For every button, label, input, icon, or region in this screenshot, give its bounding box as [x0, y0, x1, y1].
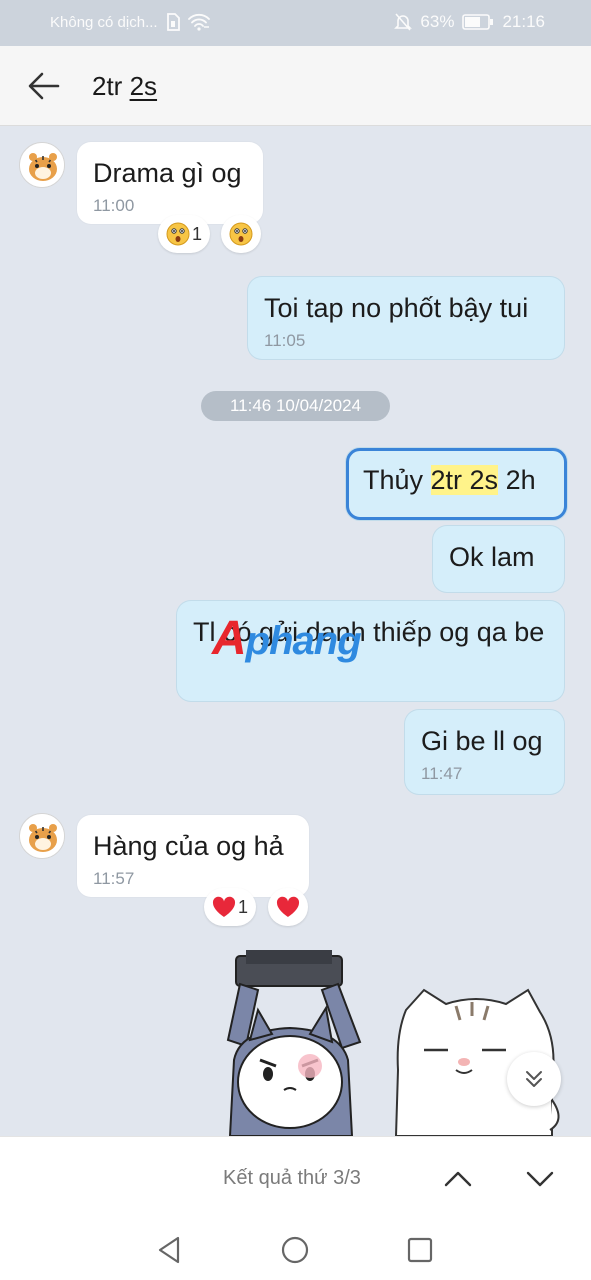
system-recents-button[interactable] [402, 1232, 438, 1268]
message-bubble-outgoing[interactable]: Toi tap no phốt bậy tui 11:05 [248, 277, 564, 359]
chevron-up-icon [444, 1171, 472, 1187]
heart-icon [276, 896, 300, 917]
cats-sticker-illustration [226, 950, 560, 1136]
chat-title[interactable]: 2tr 2s [92, 71, 157, 102]
chevron-down-icon [526, 1171, 554, 1187]
status-right: 63% 21:16 [394, 12, 545, 32]
back-button[interactable] [24, 68, 64, 104]
battery-level: 63% [420, 12, 455, 31]
message-text-before: Thủy [363, 465, 431, 495]
clock: 21:16 [502, 12, 545, 31]
sim-icon [166, 13, 180, 31]
system-navigation-bar [0, 1220, 591, 1280]
surprised-emoji-icon [229, 222, 253, 246]
search-navigation-bar: Kết quả thứ 3/3 [0, 1136, 591, 1220]
chat-title-part1: 2tr [92, 71, 123, 101]
previous-result-button[interactable] [438, 1161, 478, 1197]
message-bubble-outgoing[interactable]: Tl có gửi danh thiếp og qa be [177, 601, 564, 701]
add-reaction-button[interactable] [268, 888, 308, 926]
back-arrow-icon [28, 72, 60, 100]
message-time: 11:47 [421, 764, 463, 783]
message-text: Drama gì og [93, 158, 242, 188]
tiger-avatar-image [20, 143, 64, 187]
message-text: Toi tap no phốt bậy tui [264, 293, 529, 323]
search-result-counter: Kết quả thứ 3/3 [223, 1167, 361, 1189]
system-back-button[interactable] [152, 1232, 188, 1268]
date-separator: 11:46 10/04/2024 [201, 391, 390, 421]
message-time: 11:00 [93, 196, 135, 215]
tiger-avatar-image [20, 814, 64, 858]
message-text: Tl có gửi danh thiếp og qa be [193, 617, 545, 647]
reaction-summary[interactable]: 1 [204, 888, 256, 926]
chat-header: 2tr 2s [0, 46, 591, 126]
message-text: Hàng của og hả [93, 831, 284, 861]
reaction-count: 1 [237, 896, 248, 917]
message-time: 11:05 [264, 331, 306, 350]
message-bubble-outgoing[interactable]: Gi be ll og 11:47 [405, 710, 564, 794]
scroll-to-bottom-button[interactable] [507, 1052, 561, 1106]
home-circle-icon [281, 1236, 309, 1264]
reaction-summary[interactable]: 1 [158, 215, 210, 253]
add-reaction-button[interactable] [221, 215, 261, 253]
next-result-button[interactable] [520, 1161, 560, 1197]
recents-square-icon [407, 1237, 433, 1263]
reaction-count: 1 [191, 223, 202, 244]
message-bubble-incoming[interactable]: Drama gì og 11:00 [77, 142, 263, 224]
status-left: Không có dịch... [50, 13, 210, 31]
surprised-emoji-icon [166, 222, 190, 246]
message-text: Ok lam [449, 542, 535, 572]
status-bar: Không có dịch... 63% 21:16 [0, 0, 591, 46]
avatar[interactable] [19, 813, 65, 859]
message-text-after: 2h [498, 465, 536, 495]
avatar[interactable] [19, 142, 65, 188]
message-time: 11:57 [93, 869, 135, 888]
back-triangle-icon [158, 1236, 180, 1264]
carrier-label: Không có dịch... [50, 13, 158, 31]
double-chevron-down-icon [526, 1071, 542, 1087]
message-bubble-outgoing-highlighted[interactable]: Thủy 2tr 2s 2h [346, 448, 567, 520]
message-bubble-outgoing[interactable]: Ok lam [433, 526, 564, 592]
wifi-icon [187, 13, 210, 31]
search-match-highlight: 2tr 2s [430, 465, 499, 495]
message-text: Gi be ll og [421, 726, 543, 756]
system-home-button[interactable] [277, 1232, 313, 1268]
battery-icon [462, 14, 494, 30]
mute-bell-icon [394, 12, 413, 32]
heart-icon [212, 896, 236, 917]
sticker-image[interactable] [210, 950, 570, 1136]
chat-title-part2: 2s [129, 71, 158, 101]
message-bubble-incoming[interactable]: Hàng của og hả 11:57 [77, 815, 309, 897]
